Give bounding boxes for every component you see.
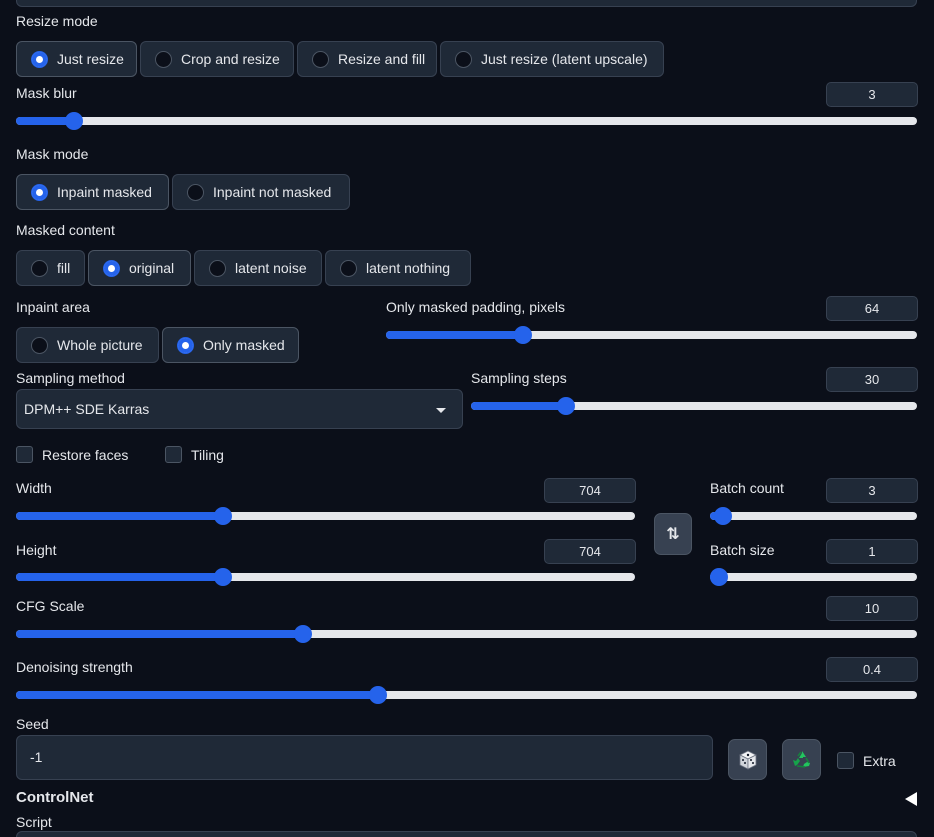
radio-icon [187, 183, 204, 201]
random-seed-button[interactable] [728, 739, 767, 780]
resize-mode-group: Just resize Crop and resize Resize and f… [16, 41, 664, 77]
slider-thumb[interactable] [713, 507, 732, 525]
slider-thumb[interactable] [214, 507, 233, 525]
masked-content-group: fill original latent noise latent nothin… [16, 250, 471, 286]
sampling-method-dropdown[interactable]: DPM++ SDE Karras [16, 389, 463, 429]
batch-size-number[interactable]: 1 [826, 539, 918, 564]
batch-size-slider[interactable] [710, 568, 917, 586]
height-slider[interactable] [16, 568, 635, 586]
mask-blur-slider[interactable] [16, 112, 917, 130]
swap-dimensions-button[interactable]: ⇅ [654, 513, 692, 555]
prompt-box-partial[interactable] [16, 0, 917, 7]
batch-count-slider[interactable] [710, 507, 917, 525]
extra-seed-checkbox[interactable]: Extra [837, 752, 896, 769]
inpaint-area-group: Whole picture Only masked [16, 327, 299, 363]
restore-faces-checkbox[interactable]: Restore faces [16, 446, 128, 463]
radio-selected-icon [31, 183, 48, 201]
radio-icon [312, 50, 329, 68]
cfg-scale-label: CFG Scale [16, 598, 85, 614]
radio-icon [31, 259, 48, 277]
radio-selected-icon [31, 50, 48, 68]
masked-content-original[interactable]: original [88, 250, 191, 286]
sampling-steps-label: Sampling steps [471, 370, 567, 386]
width-label: Width [16, 480, 52, 496]
resize-mode-resize-and-fill[interactable]: Resize and fill [297, 41, 437, 77]
slider-thumb[interactable] [214, 568, 233, 586]
checkbox-icon[interactable] [165, 446, 182, 463]
denoising-strength-slider[interactable] [16, 686, 917, 704]
reuse-seed-button[interactable] [782, 739, 821, 780]
checkbox-icon[interactable] [837, 752, 854, 769]
script-dropdown-partial[interactable] [16, 831, 917, 837]
triangle-left-icon[interactable] [905, 792, 917, 806]
masked-content-latent-nothing[interactable]: latent nothing [325, 250, 471, 286]
seed-input[interactable]: -1 [16, 735, 713, 780]
radio-icon [455, 50, 472, 68]
swap-arrows-icon: ⇅ [666, 526, 680, 543]
sampling-method-label: Sampling method [16, 370, 125, 386]
mask-mode-group: Inpaint masked Inpaint not masked [16, 174, 350, 210]
mask-blur-number[interactable]: 3 [826, 82, 918, 107]
slider-thumb[interactable] [710, 568, 728, 586]
sampling-method-value: DPM++ SDE Karras [24, 401, 150, 417]
height-number[interactable]: 704 [544, 539, 636, 564]
inpaint-area-whole-picture[interactable]: Whole picture [16, 327, 159, 363]
slider-thumb[interactable] [294, 625, 313, 643]
mask-mode-label: Mask mode [16, 146, 89, 162]
cfg-scale-number[interactable]: 10 [826, 596, 918, 621]
controlnet-header[interactable]: ControlNet [16, 789, 94, 806]
mask-mode-inpaint-masked[interactable]: Inpaint masked [16, 174, 169, 210]
radio-icon [340, 259, 357, 277]
width-slider[interactable] [16, 507, 635, 525]
resize-mode-just-resize[interactable]: Just resize [16, 41, 137, 77]
recycle-icon [792, 750, 810, 768]
only-masked-padding-label: Only masked padding, pixels [386, 299, 565, 315]
masked-content-latent-noise[interactable]: latent noise [194, 250, 322, 286]
mask-mode-inpaint-not-masked[interactable]: Inpaint not masked [172, 174, 350, 210]
slider-thumb[interactable] [369, 686, 388, 704]
resize-mode-crop-and-resize[interactable]: Crop and resize [140, 41, 294, 77]
radio-selected-icon [177, 336, 194, 354]
slider-thumb[interactable] [64, 112, 83, 130]
seed-label: Seed [16, 716, 49, 732]
tiling-checkbox[interactable]: Tiling [165, 446, 224, 463]
masked-content-label: Masked content [16, 222, 115, 238]
sampling-steps-slider[interactable] [471, 397, 917, 415]
radio-icon [31, 336, 48, 354]
denoising-strength-label: Denoising strength [16, 659, 133, 675]
only-masked-padding-slider[interactable] [386, 326, 917, 344]
script-label: Script [16, 814, 52, 830]
checkbox-icon[interactable] [16, 446, 33, 463]
batch-count-number[interactable]: 3 [826, 478, 918, 503]
denoising-strength-number[interactable]: 0.4 [826, 657, 918, 682]
inpaint-area-label: Inpaint area [16, 299, 90, 315]
radio-icon [155, 50, 172, 68]
height-label: Height [16, 542, 57, 558]
dice-icon [738, 750, 757, 770]
only-masked-padding-number[interactable]: 64 [826, 296, 918, 321]
radio-selected-icon [103, 259, 120, 277]
width-number[interactable]: 704 [544, 478, 636, 503]
batch-size-label: Batch size [710, 542, 775, 558]
radio-icon [209, 259, 226, 277]
sampling-steps-number[interactable]: 30 [826, 367, 918, 392]
slider-thumb[interactable] [514, 326, 533, 344]
inpaint-area-only-masked[interactable]: Only masked [162, 327, 299, 363]
chevron-down-icon [436, 408, 446, 413]
resize-mode-label: Resize mode [16, 13, 98, 29]
mask-blur-label: Mask blur [16, 85, 77, 101]
slider-thumb[interactable] [556, 397, 575, 415]
cfg-scale-slider[interactable] [16, 625, 917, 643]
batch-count-label: Batch count [710, 480, 784, 496]
resize-mode-latent-upscale[interactable]: Just resize (latent upscale) [440, 41, 664, 77]
masked-content-fill[interactable]: fill [16, 250, 85, 286]
